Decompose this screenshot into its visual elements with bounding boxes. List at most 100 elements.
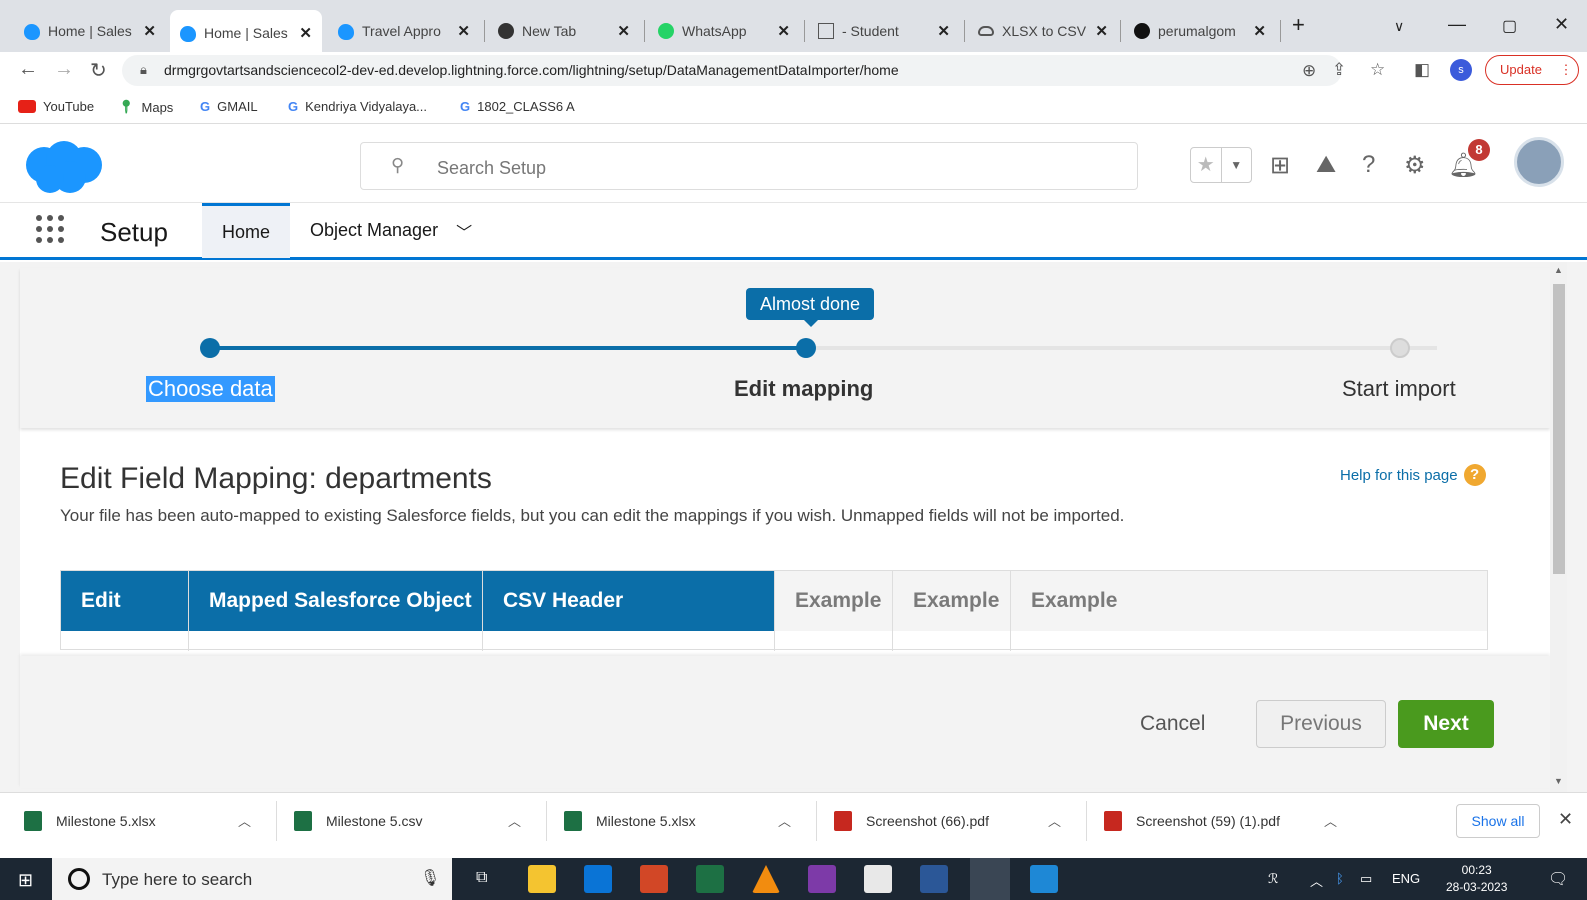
onenote-icon[interactable] [808,865,836,893]
cortana-icon [68,868,90,890]
bookmark-gmail[interactable]: G GMAIL [200,99,258,114]
minimize-button[interactable]: — [1448,14,1466,35]
back-icon[interactable]: ← [18,58,38,81]
photos-icon[interactable] [1030,865,1058,893]
store-icon[interactable] [864,865,892,893]
vlc-icon[interactable] [752,865,780,893]
scroll-down-icon[interactable]: ▼ [1554,776,1563,786]
browser-tab[interactable]: Travel Appro ✕ [328,14,480,48]
setup-gear-icon[interactable]: ⚙︎ [1404,151,1426,180]
favorites-dropdown-icon[interactable]: ▼ [1220,148,1252,182]
show-all-downloads-button[interactable]: Show all [1456,804,1540,838]
close-tab-icon[interactable]: ✕ [1253,22,1266,40]
new-tab-button[interactable]: + [1292,12,1305,38]
close-tab-icon[interactable]: ✕ [777,22,790,40]
close-tab-icon[interactable]: ✕ [617,22,630,40]
reload-icon[interactable]: ↻ [90,58,107,83]
taskbar-clock[interactable]: 00:23 28-03-2023 [1446,862,1507,896]
browser-tab[interactable]: New Tab ✕ [488,14,640,48]
download-item[interactable]: Milestone 5.csv ︿ [294,793,542,849]
trailhead-icon[interactable]: ⛰︎ [1316,151,1336,179]
bookmark-youtube[interactable]: YouTube [18,99,94,114]
bookmark-kendriya[interactable]: G Kendriya Vidyalaya... [288,99,427,114]
search-icon: ⚲ [391,155,405,175]
scroll-up-icon[interactable]: ▲ [1554,265,1563,275]
close-tab-icon[interactable]: ✕ [1095,22,1108,40]
excel-icon[interactable] [696,865,724,893]
tab-search-icon[interactable]: ∨ [1394,18,1404,35]
table-row-divider [1010,631,1011,651]
chevron-down-icon[interactable]: ﹀ [456,219,472,243]
word-icon[interactable] [920,865,948,893]
browser-tab[interactable]: WhatsApp ✕ [648,14,800,48]
browser-tab-active[interactable]: Home | Sales ✕ [170,10,322,56]
profile-avatar[interactable]: s [1450,59,1472,81]
task-view-icon[interactable]: ⧉ [476,869,487,887]
setup-search[interactable]: ⚲ Search Setup [360,142,1138,190]
browser-tab[interactable]: Home | Sales ✕ [14,14,166,48]
chevron-up-icon[interactable]: ︿ [1048,811,1061,830]
share-icon[interactable]: ⇪ [1332,60,1346,80]
close-window-button[interactable]: ✕ [1554,14,1569,35]
bookmark-star-icon[interactable]: ☆ [1370,60,1385,80]
salesforce-logo[interactable] [22,139,106,195]
tab-title: perumalgom [1158,23,1236,39]
tab-home[interactable]: Home [202,203,290,258]
app-launcher-icon[interactable] [36,215,66,245]
favorite-star-icon[interactable]: ★ [1191,148,1221,182]
chevron-up-icon[interactable]: ︿ [508,811,521,830]
download-item[interactable]: Milestone 5.xlsx ︿ [564,793,812,849]
windows-start-icon[interactable]: ⊞ [18,870,33,891]
people-icon[interactable]: ℛ [1268,871,1278,887]
tray-expand-icon[interactable]: ︿ [1310,871,1323,890]
tab-object-manager[interactable]: Object Manager ﹀ [290,203,492,258]
side-panel-icon[interactable]: ◧ [1414,60,1430,80]
file-explorer-icon[interactable] [528,865,556,893]
browser-tab[interactable]: XLSX to CSV ✕ [968,14,1118,48]
close-downloads-icon[interactable]: ✕ [1558,809,1573,830]
bookmark-class6[interactable]: G 1802_CLASS6 A [460,99,575,114]
next-button[interactable]: Next [1398,700,1494,748]
taskbar-search[interactable]: Type here to search 🎙︎ [52,858,452,900]
user-avatar[interactable] [1514,137,1564,187]
close-tab-icon[interactable]: ✕ [457,22,470,40]
column-header-csv-header: CSV Header [482,571,774,631]
update-button[interactable]: Update ⋮ [1485,55,1579,85]
bluetooth-icon[interactable]: ᛒ [1336,871,1344,886]
cancel-button[interactable]: Cancel [1140,712,1205,736]
chevron-up-icon[interactable]: ︿ [778,811,791,830]
close-tab-icon[interactable]: ✕ [937,22,950,40]
browser-tab[interactable]: - Student ✕ [808,14,960,48]
help-link[interactable]: Help for this page ? [1340,464,1486,486]
scroll-thumb[interactable] [1553,284,1565,574]
mail-icon[interactable] [584,865,612,893]
action-center-icon[interactable]: 🗨︎ [1548,869,1568,889]
browser-tab[interactable]: perumalgom ✕ [1124,14,1276,48]
global-actions-icon[interactable]: ⊞ [1270,151,1290,180]
language-indicator[interactable]: ENG [1392,871,1420,886]
chevron-up-icon[interactable]: ︿ [238,811,251,830]
forward-icon[interactable]: → [54,58,74,81]
chrome-taskbar-icon[interactable] [970,858,1010,900]
zoom-icon[interactable]: ⊕ [1302,61,1316,81]
address-bar[interactable]: 🔒︎ drmgrgovtartsandsciencecol2-dev-ed.de… [122,55,1342,86]
download-item[interactable]: Screenshot (59) (1).pdf ︿ [1104,793,1352,849]
microphone-icon[interactable]: 🎙︎ [420,868,440,888]
bookmark-maps[interactable]: 📍︎ Maps [118,99,173,115]
download-item[interactable]: Milestone 5.xlsx ︿ [24,793,272,849]
close-tab-icon[interactable]: ✕ [299,24,312,42]
network-icon[interactable]: ▭ [1360,871,1372,887]
previous-button[interactable]: Previous [1256,700,1386,748]
help-icon[interactable]: ? [1362,151,1375,179]
step-start-import: Start import [1342,376,1456,401]
page-scrollbar[interactable]: ▲ ▼ [1550,262,1567,792]
restore-button[interactable]: ▢ [1502,16,1517,36]
favorites-button-group[interactable]: ★ ▼ [1190,147,1252,183]
close-tab-icon[interactable]: ✕ [143,22,156,40]
bookmark-label: Kendriya Vidyalaya... [305,99,428,114]
powerpoint-icon[interactable] [640,865,668,893]
download-item[interactable]: Screenshot (66).pdf ︿ [834,793,1082,849]
chevron-up-icon[interactable]: ︿ [1324,811,1337,830]
mapping-table: Edit Mapped Salesforce Object CSV Header… [60,570,1488,651]
screen: Home | Sales ✕ Home | Sales ✕ Travel App… [0,0,1587,900]
